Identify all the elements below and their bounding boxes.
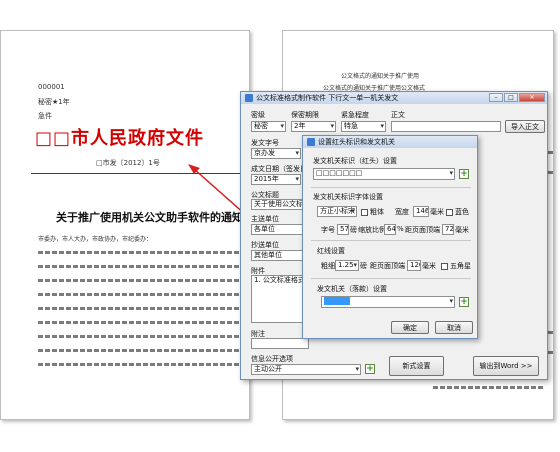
issue-number: □市发〔2012〕1号	[96, 159, 160, 167]
sign-section-title: 发文机关（落款）设置	[317, 285, 387, 293]
close-button[interactable]: ✕	[519, 93, 545, 102]
ratio-input[interactable]: 64	[384, 224, 396, 235]
publish-label: 信息公开选项	[251, 355, 293, 363]
blue-label: 蓝色	[455, 208, 469, 216]
secret-term-label: 保密期限	[291, 111, 319, 119]
line-dist-input[interactable]: 120	[407, 260, 421, 271]
add-sign-icon[interactable]: +	[459, 297, 469, 307]
bold-label: 粗体	[370, 208, 384, 216]
line-dist-unit: 毫米	[422, 262, 436, 270]
top-margin-unit: 毫米	[455, 226, 469, 234]
cancel-button[interactable]: 取消	[435, 321, 473, 334]
width-unit: 毫米	[430, 208, 444, 216]
dialog-title: 设置红头标识和发文机关	[318, 138, 395, 146]
main-window-title: 公文标准格式制作软件 下行文一单一机关发文	[256, 94, 399, 102]
width-label: 宽度	[395, 208, 409, 216]
body-label: 正文	[391, 111, 405, 119]
section-divider	[311, 278, 471, 279]
dialog-titlebar: 设置红头标识和发文机关	[303, 136, 477, 148]
size-input[interactable]: 57	[337, 224, 349, 235]
body-text-line	[38, 349, 246, 352]
secret-term-select[interactable]: 2年	[291, 121, 336, 132]
body-text-line	[38, 335, 246, 338]
issuer-select[interactable]: □□□□□□□	[313, 168, 455, 180]
line-weight-select[interactable]: 1.25	[335, 260, 359, 271]
main-recipient-input[interactable]: 各单位	[251, 224, 306, 235]
body-text-line	[38, 321, 246, 324]
top-margin-label: 距页面顶端	[405, 226, 440, 234]
line-weight-unit: 磅	[360, 262, 367, 270]
body-text-line	[38, 363, 246, 366]
body-text-line	[38, 251, 246, 254]
red-header: □□市人民政府文件	[35, 128, 205, 149]
star-label: 五角星	[450, 262, 471, 270]
size-label: 字号	[321, 226, 335, 234]
blue-checkbox[interactable]: 蓝色	[446, 207, 469, 217]
export-word-button[interactable]: 输出到Word >>	[473, 356, 539, 376]
width-input[interactable]: 146	[413, 206, 429, 217]
import-body-button[interactable]: 导入正文	[505, 120, 545, 133]
body-text-line	[38, 279, 246, 282]
header-settings-dialog: 设置红头标识和发文机关 发文机关标识（红头）设置 □□□□□□□ + 发文机关标…	[302, 135, 478, 339]
doc-title-input[interactable]: 关于使用公文标准格式	[251, 199, 306, 210]
issuer-section-title: 发文机关标识（红头）设置	[313, 157, 397, 165]
add-issuer-icon[interactable]: +	[459, 169, 469, 179]
section-divider	[311, 187, 471, 188]
add-publish-icon[interactable]: +	[365, 364, 375, 374]
doc-number: 000001	[38, 83, 65, 91]
new-setting-button[interactable]: 新式设置	[389, 356, 444, 376]
app-icon	[245, 94, 253, 102]
ratio-label: 缩放比例	[358, 226, 386, 234]
doc-number-label: 发文字号	[251, 139, 279, 147]
line-dist-label: 距页面顶端	[370, 262, 405, 270]
secret-level: 秘密★1年	[38, 98, 70, 106]
sign-selected-value: ■■■■	[324, 297, 351, 305]
line-section-title: 红线设置	[317, 247, 345, 255]
top-margin-input[interactable]: 72	[442, 224, 454, 235]
left-document-page: 000001 秘密★1年 急件 □□市人民政府文件 □市发〔2012〕1号 关于…	[0, 30, 250, 420]
bold-checkbox[interactable]: 粗体	[361, 207, 384, 217]
note-input[interactable]	[251, 338, 309, 349]
size-unit: 磅	[350, 226, 357, 234]
star-checkbox[interactable]: 五角星	[441, 261, 471, 271]
ratio-unit: %	[397, 225, 404, 233]
body-text-line	[38, 307, 246, 310]
urgency-select[interactable]: 特急	[341, 121, 386, 132]
date-select[interactable]: 2015年	[251, 174, 301, 185]
main-recipient-label: 主送单位	[251, 215, 279, 223]
cc-input[interactable]: 其他单位	[251, 250, 306, 261]
body-snippet: 公文格式的通知关于推广使用	[341, 73, 420, 80]
urgency-label: 紧急程度	[341, 111, 369, 119]
secret-label: 密级	[251, 111, 265, 119]
sign-select[interactable]: ■■■■	[321, 296, 455, 308]
red-separator-line	[31, 173, 246, 174]
body-text-line	[38, 293, 246, 296]
cc-label: 抄送单位	[251, 241, 279, 249]
font-section-title: 发文机关标识字体设置	[313, 193, 383, 201]
doc-number-select[interactable]: 京办发	[251, 148, 301, 159]
salutation: 市委办，市人大办，市政协办，市纪委办：	[38, 236, 153, 243]
line-weight-label: 粗细	[321, 262, 335, 270]
body-input[interactable]	[391, 121, 501, 132]
publish-select[interactable]: 主动公开	[251, 364, 361, 375]
ok-button[interactable]: 确定	[391, 321, 429, 334]
urgency-label: 急件	[38, 112, 52, 120]
attachment-textarea[interactable]: 1. 公文标准格式	[251, 275, 309, 323]
secret-select[interactable]: 秘密	[251, 121, 286, 132]
dialog-icon	[307, 138, 315, 146]
body-text-line	[433, 386, 543, 389]
minimize-button[interactable]: –	[489, 93, 503, 102]
doc-title: 关于推广使用机关公文助手软件的通知	[56, 211, 243, 224]
maximize-button[interactable]: □	[504, 93, 518, 102]
font-select[interactable]: 方正小标宋	[317, 206, 357, 217]
section-divider	[311, 240, 471, 241]
body-text-line	[38, 265, 246, 268]
